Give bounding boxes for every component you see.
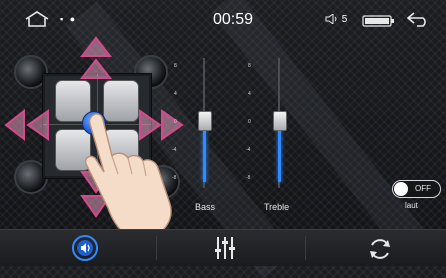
eq-tick: 0 <box>248 119 251 125</box>
eq-tick: -8 <box>246 175 251 181</box>
refresh-icon <box>370 239 390 259</box>
eq-tick: 4 <box>248 91 251 97</box>
status-bar: ▪ ● 00:59 5 <box>0 0 446 44</box>
bottom-tab-bar <box>0 229 446 266</box>
eq-tick: -4 <box>246 147 251 153</box>
eq-tick: 8 <box>248 63 251 69</box>
notification-icons: ▪ ● <box>60 14 78 24</box>
tab-reset[interactable] <box>360 230 400 266</box>
toggle-state: OFF <box>415 184 431 193</box>
treble-slider-fill <box>277 124 281 182</box>
speaker-icon <box>325 14 337 25</box>
treble-label: Treble <box>264 202 290 212</box>
back-arrow-icon[interactable] <box>405 10 431 28</box>
status-clock: 00:59 <box>213 11 254 28</box>
tab-equalizer[interactable] <box>205 230 245 266</box>
speaker-icon <box>72 235 98 261</box>
volume-level: 5 <box>341 14 348 25</box>
tab-separator <box>156 236 157 260</box>
volume-indicator[interactable]: 5 <box>325 14 347 25</box>
seat-tick: 4 <box>174 91 177 97</box>
balance-left-arrow[interactable] <box>4 108 52 142</box>
tab-separator <box>305 236 306 260</box>
treble-slider-knob[interactable] <box>273 111 287 131</box>
loudness-toggle[interactable]: OFF <box>392 180 441 198</box>
pointing-hand-illustration <box>84 113 172 237</box>
battery-icon <box>362 15 394 27</box>
fader-up-arrow[interactable] <box>80 36 112 82</box>
equalizer-sliders-icon <box>215 237 235 259</box>
seat-tick: 8 <box>174 63 177 69</box>
tab-audio-settings[interactable] <box>60 230 110 266</box>
loudness-caption: laut <box>405 201 418 210</box>
home-icon[interactable] <box>24 10 50 28</box>
toggle-knob <box>394 182 408 196</box>
